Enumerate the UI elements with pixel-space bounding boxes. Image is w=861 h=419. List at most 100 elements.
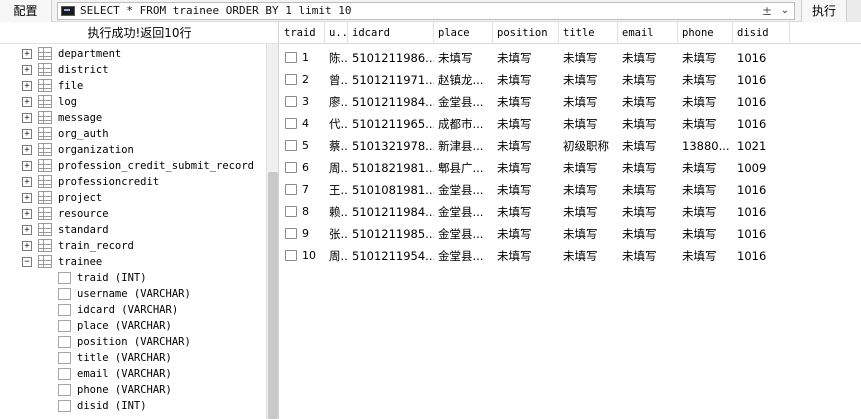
row-checkbox[interactable] bbox=[285, 184, 297, 195]
expander-icon[interactable]: + bbox=[22, 161, 32, 171]
table-cell: 初级职称 bbox=[563, 139, 609, 153]
table-cell: 赖.. bbox=[329, 205, 348, 219]
expander-icon[interactable]: + bbox=[22, 97, 32, 107]
column-name: phone (VARCHAR) bbox=[77, 384, 172, 396]
expander-icon[interactable]: + bbox=[22, 145, 32, 155]
table-icon bbox=[38, 255, 52, 268]
expander-icon[interactable]: + bbox=[22, 177, 32, 187]
table-row[interactable]: 7 王.. 5101081981... 金堂县... 未填写 未填写 未填写 未填写 1016 bbox=[280, 179, 861, 201]
expander-icon[interactable]: + bbox=[22, 49, 32, 59]
config-button[interactable]: 配置 bbox=[0, 0, 52, 22]
table-row[interactable]: 6 周.. 5101821981... 郫县广... 未填写 未填写 未填写 未填写 1009 bbox=[280, 157, 861, 179]
column-header[interactable]: phone bbox=[678, 22, 733, 44]
tree-item-table[interactable]: + standard bbox=[0, 222, 266, 238]
expander-icon[interactable]: − bbox=[22, 257, 32, 267]
table-cell: 代.. bbox=[329, 117, 348, 131]
tree-item-table[interactable]: + message bbox=[0, 110, 266, 126]
table-row[interactable]: 9 张.. 5101211985... 金堂县... 未填写 未填写 未填写 未填写 1016 bbox=[280, 223, 861, 245]
table-row[interactable]: 8 赖.. 5101211984... 金堂县... 未填写 未填写 未填写 未填写 1016 bbox=[280, 201, 861, 223]
table-cell: 金堂县... bbox=[438, 205, 484, 219]
table-row[interactable]: 1 陈.. 5101211986... 未填写 未填写 未填写 未填写 未填写 1016 bbox=[280, 47, 861, 69]
table-icon bbox=[38, 159, 52, 172]
row-checkbox[interactable] bbox=[285, 206, 297, 217]
cell-traid: 6 bbox=[302, 161, 309, 174]
tree-item-column[interactable]: disid (INT) bbox=[0, 398, 266, 414]
tree-item-table[interactable]: + org_auth bbox=[0, 126, 266, 142]
table-row[interactable]: 4 代.. 5101211965... 成都市... 未填写 未填写 未填写 未填写 1016 bbox=[280, 113, 861, 135]
table-cell: 未填写 bbox=[682, 51, 717, 65]
expander-icon[interactable]: + bbox=[22, 129, 32, 139]
tree-item-table[interactable]: − trainee bbox=[0, 254, 266, 270]
status-message: 执行成功!返回10行 bbox=[0, 22, 278, 44]
expander-icon[interactable]: + bbox=[22, 225, 32, 235]
tree-item-column[interactable]: phone (VARCHAR) bbox=[0, 382, 266, 398]
table-cell: 1016 bbox=[737, 205, 767, 219]
chevron-down-icon[interactable]: ⌄ bbox=[778, 4, 792, 18]
row-checkbox[interactable] bbox=[285, 74, 297, 85]
column-header[interactable]: position bbox=[493, 22, 559, 44]
execute-button[interactable]: 执行 bbox=[801, 0, 847, 22]
table-cell: 金堂县... bbox=[438, 227, 484, 241]
tree-item-table[interactable]: + file bbox=[0, 78, 266, 94]
row-checkbox[interactable] bbox=[285, 52, 297, 63]
expander-icon[interactable]: + bbox=[22, 209, 32, 219]
column-header[interactable]: title bbox=[559, 22, 618, 44]
tree-item-table[interactable]: + log bbox=[0, 94, 266, 110]
table-row[interactable]: 10 周.. 5101211954... 金堂县... 未填写 未填写 未填写 未填写 1016 bbox=[280, 245, 861, 267]
column-header[interactable]: place bbox=[434, 22, 493, 44]
tree-item-column[interactable]: place (VARCHAR) bbox=[0, 318, 266, 334]
row-checkbox[interactable] bbox=[285, 228, 297, 239]
tree-item-table[interactable]: + organization bbox=[0, 142, 266, 158]
row-checkbox[interactable] bbox=[285, 96, 297, 107]
sql-input[interactable]: SELECT * FROM trainee ORDER BY 1 limit 1… bbox=[57, 2, 795, 20]
table-icon bbox=[38, 111, 52, 124]
tree-item-table[interactable]: + project bbox=[0, 190, 266, 206]
column-header[interactable]: idcard bbox=[348, 22, 434, 44]
table-row[interactable]: 3 廖.. 5101211984... 金堂县... 未填写 未填写 未填写 未填写 1016 bbox=[280, 91, 861, 113]
tree-item-table[interactable]: + train_record bbox=[0, 238, 266, 254]
table-cell: 1016 bbox=[737, 227, 767, 241]
tree-item-table[interactable]: + department bbox=[0, 46, 266, 62]
column-header[interactable]: disid bbox=[733, 22, 790, 44]
column-icon bbox=[58, 368, 71, 380]
table-name: professioncredit bbox=[58, 176, 160, 188]
expander-icon[interactable]: + bbox=[22, 241, 32, 251]
column-header[interactable]: email bbox=[618, 22, 678, 44]
row-checkbox[interactable] bbox=[285, 162, 297, 173]
table-cell: 1016 bbox=[737, 249, 767, 263]
tree-item-column[interactable]: traid (INT) bbox=[0, 270, 266, 286]
table-row[interactable]: 2 曾.. 5101211971... 赵镇龙... 未填写 未填写 未填写 未填写 1016 bbox=[280, 69, 861, 91]
table-cell: 1016 bbox=[737, 73, 767, 87]
column-header[interactable]: traid bbox=[280, 22, 325, 44]
tree-item-column[interactable]: email (VARCHAR) bbox=[0, 366, 266, 382]
tree-item-table[interactable]: + district bbox=[0, 62, 266, 78]
table-cell: 金堂县... bbox=[438, 95, 484, 109]
tree-scrollbar-thumb[interactable] bbox=[268, 172, 278, 419]
tree-item-column[interactable]: position (VARCHAR) bbox=[0, 334, 266, 350]
table-cell: 5101321978... bbox=[352, 139, 434, 153]
sql-query-text[interactable]: SELECT * FROM trainee ORDER BY 1 limit 1… bbox=[80, 3, 352, 19]
tree-item-table[interactable]: + resource bbox=[0, 206, 266, 222]
table-cell: 未填写 bbox=[497, 227, 532, 241]
expander-icon[interactable]: + bbox=[22, 113, 32, 123]
tree-item-table[interactable]: + professioncredit bbox=[0, 174, 266, 190]
column-name: place (VARCHAR) bbox=[77, 320, 172, 332]
expander-icon[interactable]: + bbox=[22, 65, 32, 75]
column-icon bbox=[58, 352, 71, 364]
cell-traid: 2 bbox=[302, 73, 309, 86]
row-checkbox[interactable] bbox=[285, 140, 297, 151]
tree-item-table[interactable]: + profession_credit_submit_record bbox=[0, 158, 266, 174]
column-header[interactable]: u.. bbox=[325, 22, 348, 44]
plus-minus-icon[interactable]: ± bbox=[760, 3, 774, 19]
row-checkbox[interactable] bbox=[285, 250, 297, 261]
table-row[interactable]: 5 蔡.. 5101321978... 新津县... 未填写 初级职称 未填写 13880..… bbox=[280, 135, 861, 157]
tree-item-column[interactable]: username (VARCHAR) bbox=[0, 286, 266, 302]
tree-item-column[interactable]: idcard (VARCHAR) bbox=[0, 302, 266, 318]
table-cell: 未填写 bbox=[497, 205, 532, 219]
tree-scrollbar[interactable] bbox=[266, 44, 278, 419]
cell-traid: 8 bbox=[302, 205, 309, 218]
expander-icon[interactable]: + bbox=[22, 81, 32, 91]
tree-item-column[interactable]: title (VARCHAR) bbox=[0, 350, 266, 366]
row-checkbox[interactable] bbox=[285, 118, 297, 129]
expander-icon[interactable]: + bbox=[22, 193, 32, 203]
